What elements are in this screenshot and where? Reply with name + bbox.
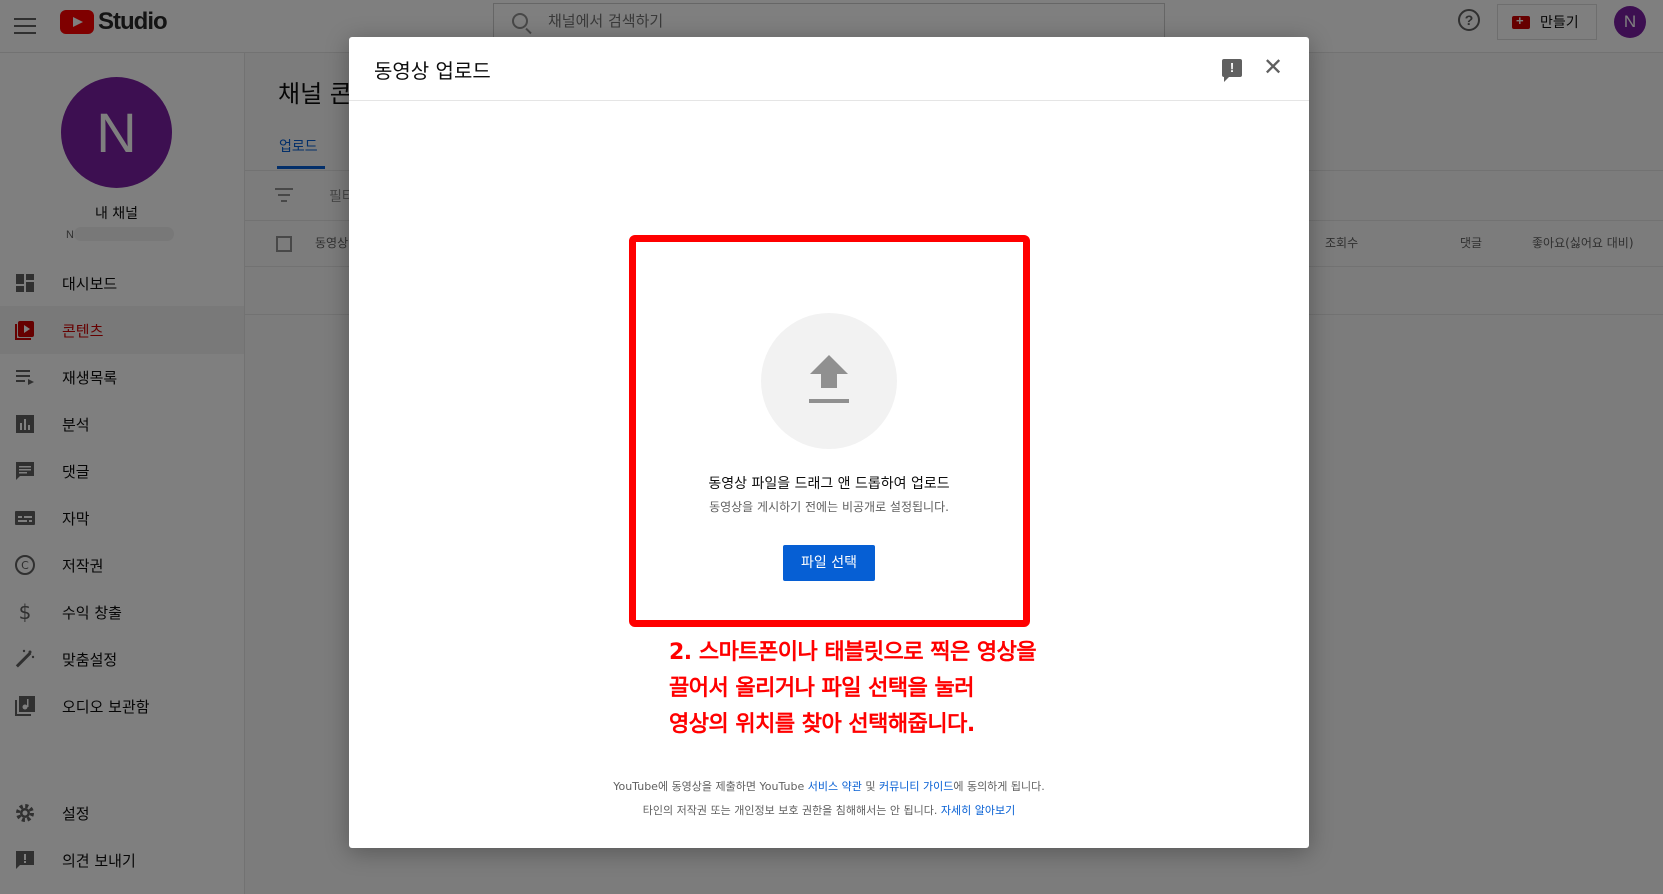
dialog-title: 동영상 업로드 [374, 59, 491, 83]
annotation-text: 2. 스마트폰이나 태블릿으로 찍은 영상을 끌어서 올리거나 파일 선택을 눌… [669, 635, 1037, 743]
terms-line-2: 타인의 저작권 또는 개인정보 보호 권한을 침해해서는 안 됩니다. 자세히 … [349, 799, 1309, 823]
learn-more-link[interactable]: 자세히 알아보기 [941, 804, 1015, 817]
divider [349, 100, 1309, 101]
annotation-highlight-box [629, 235, 1030, 627]
annotation-line: 2. 스마트폰이나 태블릿으로 찍은 영상을 [669, 640, 1037, 665]
terms-line-1: YouTube에 동영상을 제출하면 YouTube 서비스 약관 및 커뮤니티… [349, 775, 1309, 799]
terms-text: 타인의 저작권 또는 개인정보 보호 권한을 침해해서는 안 됩니다. [642, 804, 941, 817]
terms-text: 에 동의하게 됩니다. [953, 780, 1045, 793]
feedback-icon[interactable]: ! [1222, 59, 1242, 82]
terms-of-service-link[interactable]: 서비스 약관 [808, 780, 862, 793]
community-guidelines-link[interactable]: 커뮤니티 가이드 [879, 780, 953, 793]
annotation-line: 영상의 위치를 찾아 선택해줍니다. [669, 712, 975, 737]
terms-notice: YouTube에 동영상을 제출하면 YouTube 서비스 약관 및 커뮤니티… [349, 775, 1309, 823]
annotation-line: 끌어서 올리거나 파일 선택을 눌러 [669, 676, 975, 701]
terms-text: YouTube에 동영상을 제출하면 YouTube [613, 780, 808, 793]
upload-dialog: 동영상 업로드 ! ✕ 동영상 파일을 드래그 앤 드롭하여 업로드 동영상을 … [349, 37, 1309, 848]
terms-text: 및 [861, 780, 879, 793]
close-icon[interactable]: ✕ [1261, 55, 1285, 79]
